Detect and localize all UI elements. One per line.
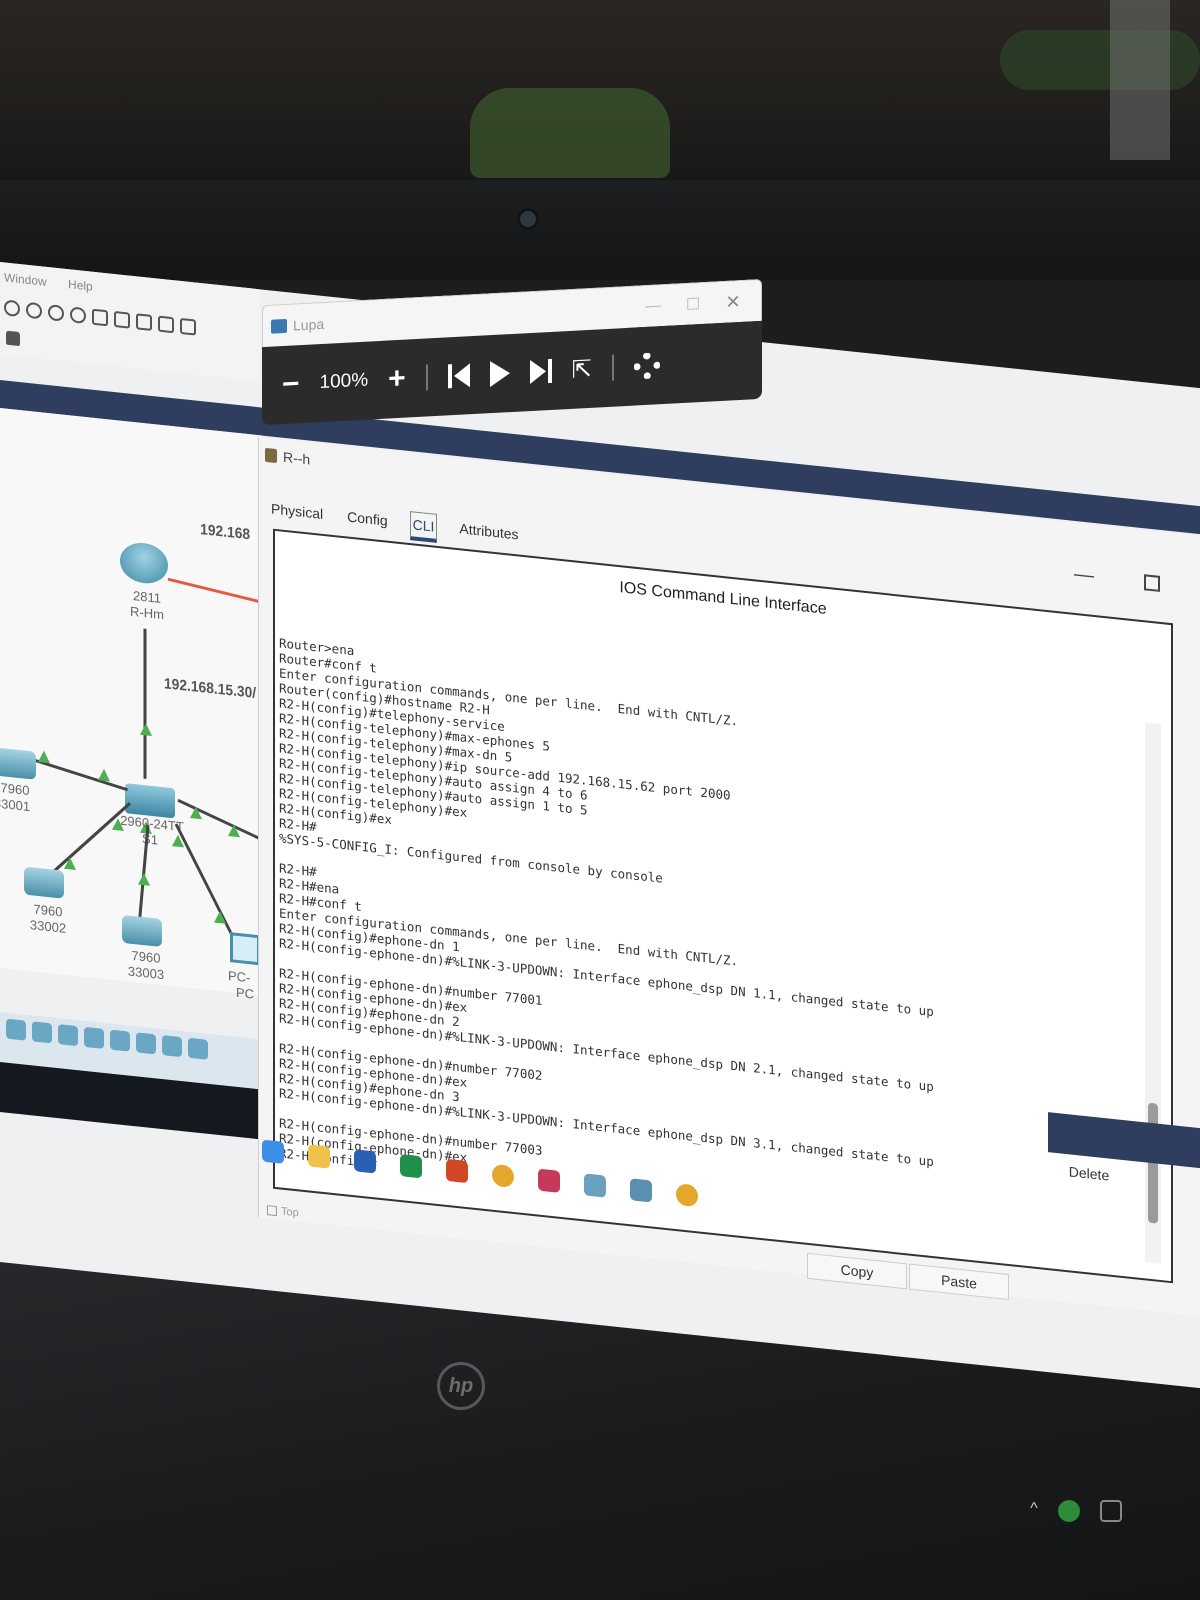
read-from-pointer-icon[interactable]: ⇱ (572, 354, 592, 384)
tab-physical[interactable]: Physical (269, 496, 325, 531)
link-status-arrow (172, 834, 184, 848)
palette-icon[interactable] (114, 310, 130, 329)
device-type-icon[interactable] (162, 1035, 182, 1058)
laptop-screen: Window Help 192.168 2811 R-Hm 192.168.15… (0, 262, 1200, 1389)
background-light (1110, 0, 1170, 160)
phone1-model-label: 7960 (0, 780, 30, 799)
cli-scrollbar[interactable] (1145, 722, 1161, 1265)
zoom-in-button[interactable]: + (388, 362, 406, 397)
network-label-mid: 192.168.15.30/ (164, 675, 257, 702)
link-status-arrow (38, 749, 50, 764)
ip-phone-2[interactable] (24, 866, 64, 899)
background-chair (470, 88, 670, 178)
image-icon[interactable] (180, 317, 196, 336)
device-type-icon[interactable] (32, 1021, 52, 1044)
top-checkbox[interactable]: Top (267, 1204, 299, 1219)
window-controls: — (1074, 563, 1160, 595)
tray-app-icon[interactable] (1057, 1500, 1080, 1522)
menu-help[interactable]: Help (68, 277, 93, 294)
maximize-button[interactable]: ☐ (673, 293, 713, 315)
camera-icon[interactable] (1099, 1500, 1122, 1522)
tab-attributes[interactable]: Attributes (457, 516, 520, 552)
ip-phone-3[interactable] (122, 914, 162, 948)
link-status-arrow (228, 823, 240, 838)
windows-start-icon[interactable] (262, 1139, 284, 1164)
gear-icon[interactable] (633, 352, 660, 380)
device-type-icon[interactable] (58, 1024, 78, 1047)
link-status-arrow (140, 722, 152, 736)
background-chair (1000, 30, 1200, 90)
paste-button[interactable]: Paste (909, 1263, 1009, 1301)
network-label-top: 192.168 (200, 521, 251, 544)
play-icon[interactable] (489, 360, 510, 388)
copy-button[interactable]: Copy (807, 1252, 907, 1290)
window-title-text: R--h (283, 448, 311, 468)
zoom-level: 100% (319, 369, 369, 394)
zoom-out-icon[interactable] (70, 306, 86, 325)
link-status-arrow (98, 768, 110, 782)
word-icon[interactable] (354, 1149, 376, 1174)
link-status-arrow (112, 817, 124, 832)
router-config-window: R--h — Physical Config CLI Attributes IO… (258, 437, 1200, 1317)
topology-canvas[interactable]: 192.168 2811 R-Hm 192.168.15.30/ 2960-24… (0, 408, 264, 1002)
device-type-icon[interactable] (136, 1032, 156, 1055)
lock-icon[interactable] (6, 330, 20, 347)
zoom-out-button[interactable]: − (282, 367, 300, 402)
chrome-icon[interactable] (676, 1183, 698, 1208)
custom-device-icon[interactable] (136, 313, 152, 331)
pc-device[interactable] (230, 932, 260, 966)
rectangle-icon[interactable] (92, 308, 108, 327)
tab-cli[interactable]: CLI (409, 511, 438, 543)
chevron-up-icon[interactable]: ^ (1030, 1500, 1038, 1522)
magnifier-title: Lupa (293, 315, 325, 334)
rotate-icon[interactable] (4, 299, 20, 318)
switch-name-label: S1 (142, 830, 158, 848)
packet-tracer-icon (265, 447, 277, 464)
previous-icon[interactable] (447, 363, 470, 389)
zoom-in-icon[interactable] (26, 301, 42, 320)
link-status-arrow (214, 910, 226, 924)
device-type-icon[interactable] (6, 1018, 26, 1041)
hp-logo: hp (437, 1362, 485, 1410)
link-router-switch (143, 628, 147, 779)
link-status-arrow (138, 872, 150, 886)
device-type-icon[interactable] (110, 1029, 130, 1052)
close-button[interactable]: × (713, 287, 753, 317)
minimize-button[interactable]: — (1074, 563, 1094, 588)
checkbox-icon[interactable] (267, 1205, 277, 1217)
link-status-arrow (190, 805, 202, 820)
brave-icon[interactable] (538, 1168, 560, 1193)
cluster-icon[interactable] (158, 315, 174, 334)
link-switch-pc (174, 823, 239, 946)
magnifier-taskbar-icon[interactable] (630, 1178, 652, 1203)
webcam (517, 208, 539, 230)
packet-tracer-taskbar-icon[interactable] (584, 1173, 606, 1198)
magnifier-icon (271, 318, 287, 334)
device-type-icon[interactable] (188, 1037, 208, 1060)
top-checkbox-label: Top (281, 1205, 299, 1220)
next-icon[interactable] (529, 358, 552, 385)
minimize-button[interactable]: — (633, 296, 673, 316)
excel-icon[interactable] (400, 1154, 422, 1179)
toolbar-divider (425, 364, 428, 391)
link-wan (167, 577, 262, 604)
chrome-icon[interactable] (492, 1163, 514, 1189)
ip-phone-1[interactable] (0, 747, 36, 780)
link-status-arrow (64, 856, 76, 870)
tab-config[interactable]: Config (345, 504, 389, 538)
router-device[interactable] (120, 540, 168, 586)
toolbar-divider (611, 354, 614, 381)
powerpoint-icon[interactable] (446, 1158, 468, 1184)
zoom-reset-icon[interactable] (48, 304, 64, 322)
maximize-button[interactable] (1144, 574, 1160, 592)
magnifier-window: Lupa — ☐ × − 100% + ⇱ (262, 278, 762, 433)
device-type-icon[interactable] (84, 1026, 104, 1049)
window-title: R--h (265, 438, 310, 477)
laptop-bezel (0, 180, 1200, 280)
menu-window[interactable]: Window (4, 270, 47, 288)
phone1-ext-label: 33001 (0, 795, 31, 815)
file-explorer-icon[interactable] (308, 1144, 330, 1169)
system-tray: ^ (1030, 1500, 1122, 1522)
